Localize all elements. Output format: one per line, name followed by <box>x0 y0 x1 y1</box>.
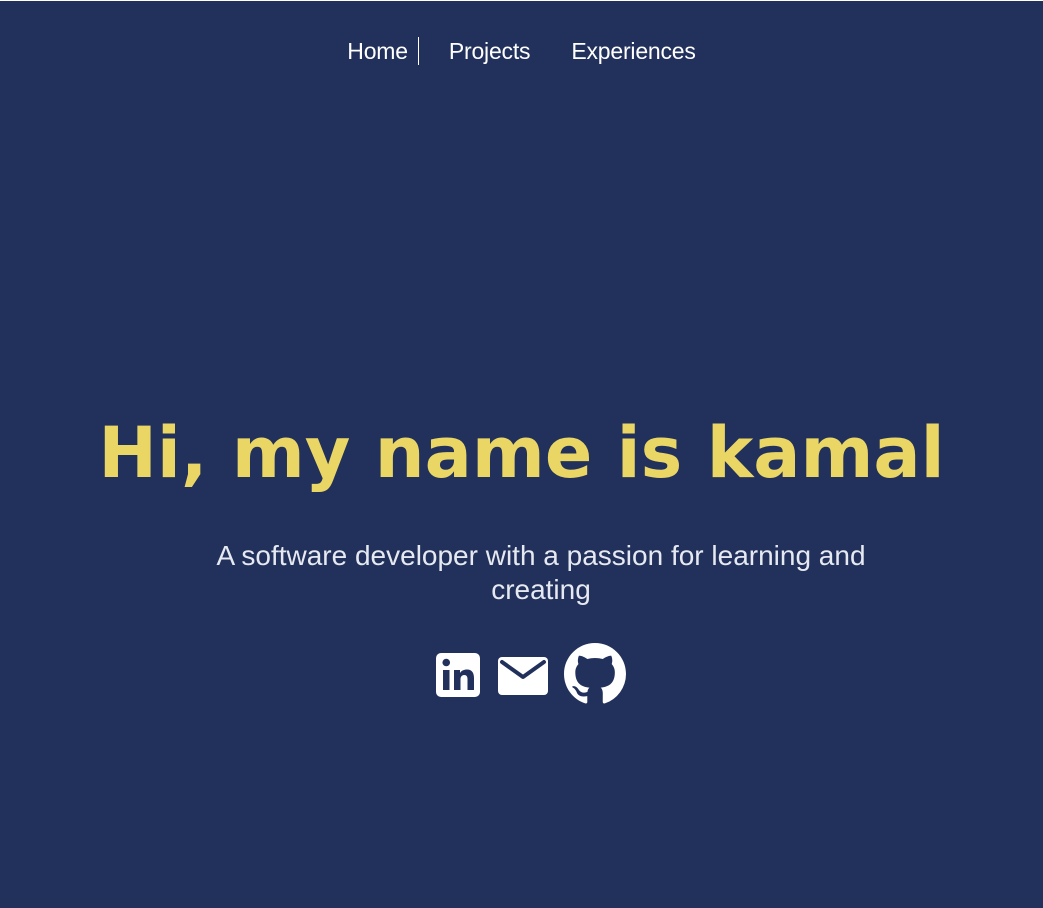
github-link[interactable] <box>563 643 626 705</box>
hero-tagline: A software developer with a passion for … <box>216 540 866 605</box>
top-nav: Home Projects Experiences <box>0 36 1043 66</box>
linkedin-link[interactable] <box>434 650 482 698</box>
email-link[interactable] <box>496 650 550 698</box>
top-border <box>0 0 1043 1</box>
linkedin-icon <box>435 653 480 697</box>
text-cursor <box>418 37 419 65</box>
mail-icon <box>497 657 548 695</box>
nav-home-link[interactable]: Home <box>347 36 408 66</box>
social-links <box>0 643 1043 705</box>
nav-experiences-link[interactable]: Experiences <box>571 36 696 66</box>
nav-projects-link[interactable]: Projects <box>449 36 531 66</box>
hero-title: Hi, my name is kamal <box>98 412 945 494</box>
github-icon <box>563 643 626 704</box>
